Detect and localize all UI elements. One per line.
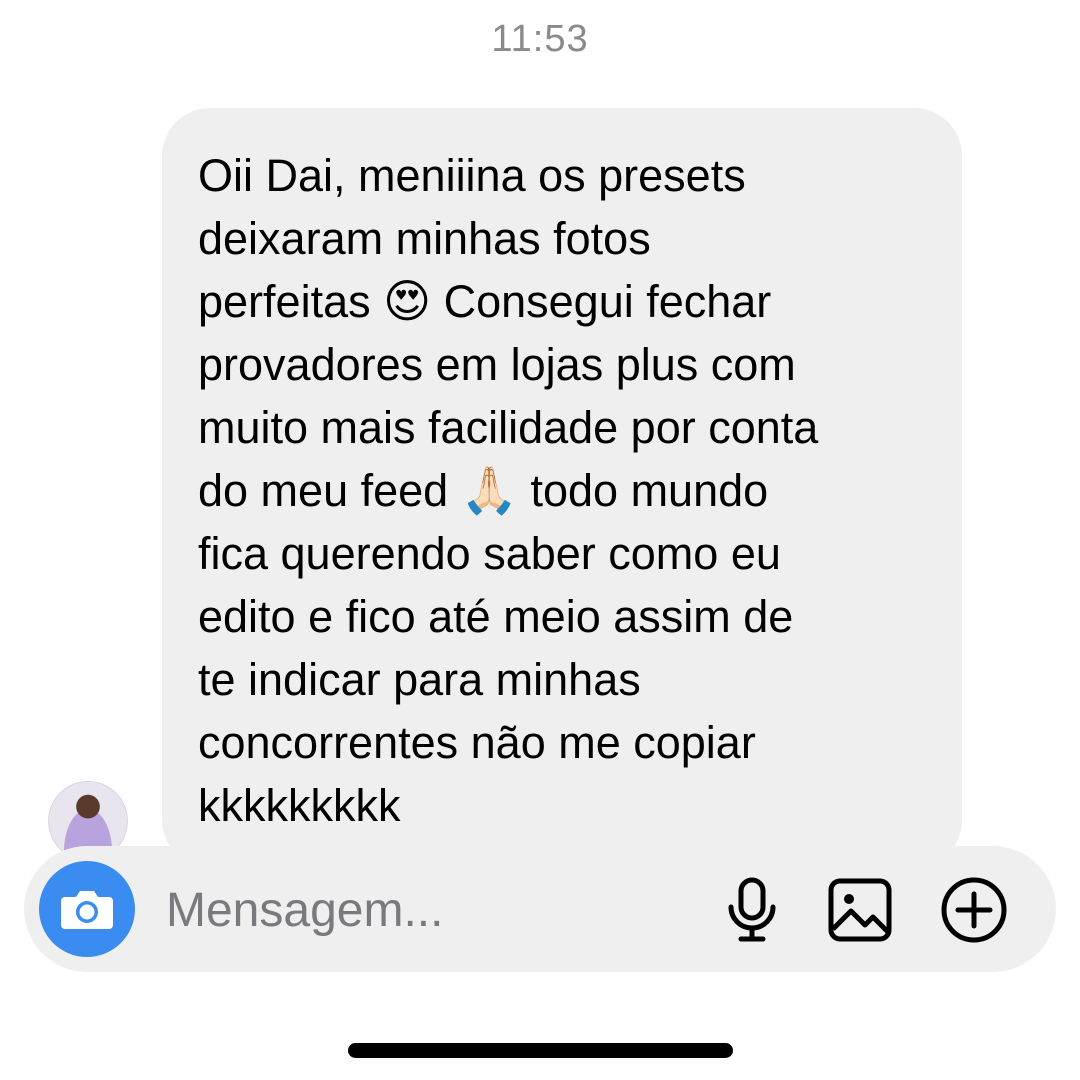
message-input[interactable] [164,874,688,946]
message-line: te indicar para minhas [198,654,641,705]
add-button[interactable] [940,876,1008,944]
heart-eyes-emoji: 😍 [383,275,432,327]
gallery-button[interactable] [826,876,894,944]
message-text: Oii Dai, meniiina os presets deixaram mi… [198,144,926,837]
gallery-icon [828,878,892,942]
message-line: muito mais facilidade por conta [198,402,819,453]
home-indicator[interactable] [348,1043,733,1058]
message-line: kkkkkkkkk [198,780,401,831]
message-line: do meu feed [198,465,449,516]
message-composer [24,846,1056,972]
plus-circle-icon [941,877,1007,943]
message-line: perfeitas [198,276,371,327]
message-line: Consegui fechar [431,276,772,327]
message-line: provadores em lojas plus com [198,339,796,390]
message-line: deixaram minhas fotos [198,213,651,264]
message-line: todo mundo [517,465,769,516]
message-line: Oii Dai, meniiina os presets [198,150,746,201]
folded-hands-emoji: 🙏🏻 [460,464,518,516]
message-timestamp: 11:53 [491,18,589,60]
received-message-bubble[interactable]: Oii Dai, meniiina os presets deixaram mi… [162,108,962,868]
message-line: concorrentes não me copiar [198,717,756,768]
camera-button[interactable] [39,861,135,957]
message-line: fica querendo saber como eu [198,528,781,579]
chat-screen: 11:53 Oii Dai, meniiina os presets deixa… [0,0,1080,1080]
microphone-button[interactable] [718,876,786,944]
message-line: edito e fico até meio assim de [198,591,794,642]
camera-icon [61,891,113,929]
microphone-icon [728,877,776,942]
